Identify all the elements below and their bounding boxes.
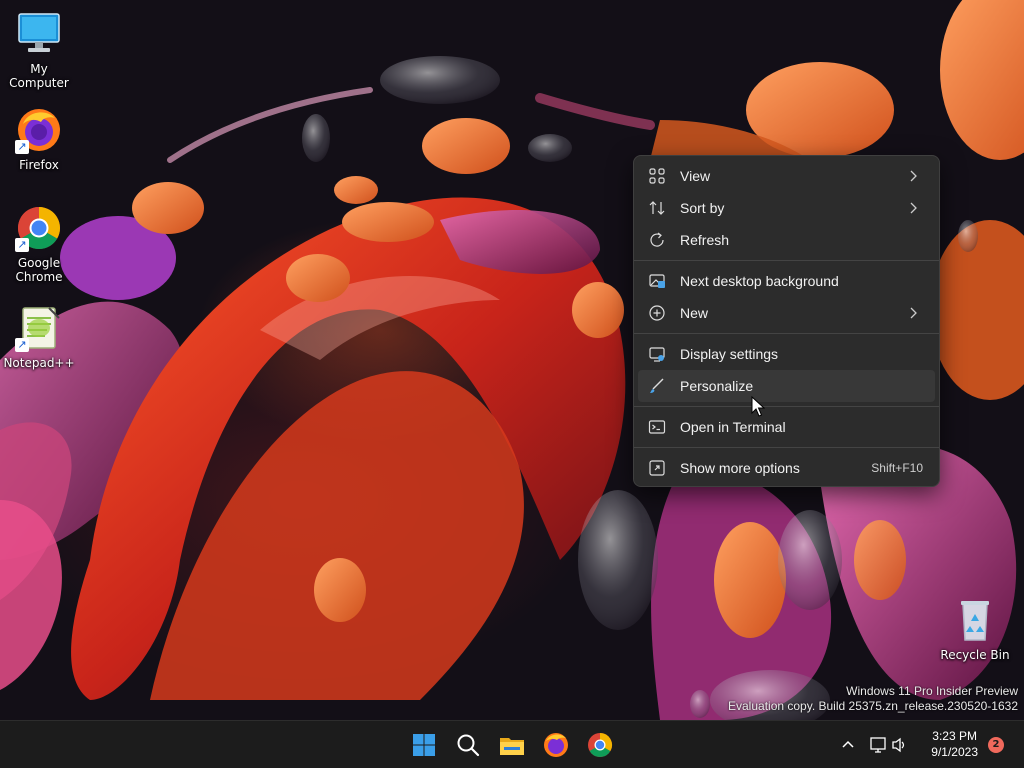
volume-icon <box>892 737 905 753</box>
chrome-icon <box>588 733 613 758</box>
show-hidden-icons-button[interactable] <box>836 729 860 761</box>
menu-item-next-desktop-background[interactable]: Next desktop background <box>638 265 935 297</box>
clock-time: 3:23 PM <box>932 729 977 743</box>
menu-item-label: Personalize <box>680 378 754 394</box>
desktop-context-menu: View Sort by Refresh Next desktop backgr… <box>633 155 940 487</box>
menu-item-personalize[interactable]: Personalize <box>638 370 935 402</box>
shortcut-arrow-icon: ↗ <box>15 238 29 252</box>
desktop-icon-label: My Computer <box>9 62 69 90</box>
next-background-icon <box>649 274 665 288</box>
desktop-icon-recycle-bin[interactable]: Recycle Bin <box>937 596 1013 662</box>
brush-icon <box>650 378 664 393</box>
more-options-icon <box>649 460 665 476</box>
file-explorer-icon <box>500 738 524 755</box>
taskbar: 3:23 PM 9/1/2023 2 <box>0 720 1024 768</box>
chevron-right-icon <box>910 307 917 319</box>
shortcut-arrow-icon: ↗ <box>15 140 29 154</box>
menu-item-label: New <box>680 305 709 321</box>
refresh-icon <box>650 232 664 247</box>
menu-item-open-in-terminal[interactable]: Open in Terminal <box>638 411 935 443</box>
desktop-icon-notepad-plus-plus[interactable]: ↗ Notepad++ <box>1 304 77 370</box>
sort-icon <box>649 201 665 215</box>
menu-item-label: View <box>680 168 711 184</box>
terminal-icon <box>648 420 666 434</box>
keyboard-shortcut: Shift+F10 <box>871 461 923 475</box>
menu-item-label: Refresh <box>680 232 730 248</box>
menu-item-label: Next desktop background <box>680 273 839 289</box>
monitor-icon <box>15 10 63 58</box>
network-icon <box>870 737 886 753</box>
desktop-icon-label: Notepad++ <box>3 356 75 370</box>
clock[interactable]: 3:23 PM 9/1/2023 <box>931 728 978 760</box>
search-icon <box>457 734 480 757</box>
chevron-right-icon <box>910 202 917 214</box>
watermark-edition: Windows 11 Pro Insider Preview <box>846 684 1018 698</box>
desktop-icon-label: Google Chrome <box>15 256 63 284</box>
menu-item-label: Open in Terminal <box>680 419 786 435</box>
search-button[interactable] <box>452 729 484 761</box>
menu-separator <box>634 333 939 334</box>
mouse-cursor-icon <box>751 396 765 417</box>
desktop-icon-label: Firefox <box>19 158 59 172</box>
menu-item-label: Display settings <box>680 346 779 362</box>
start-icon <box>413 734 435 756</box>
menu-item-sort-by[interactable]: Sort by <box>638 192 935 224</box>
menu-separator <box>634 406 939 407</box>
taskbar-chrome[interactable] <box>584 729 616 761</box>
taskbar-file-explorer[interactable] <box>496 729 528 761</box>
clock-date: 9/1/2023 <box>931 745 978 759</box>
notification-badge[interactable]: 2 <box>988 737 1004 753</box>
firefox-icon <box>544 733 568 757</box>
firefox-icon: ↗ <box>15 106 63 154</box>
desktop-icon-google-chrome[interactable]: ↗ Google Chrome <box>1 204 77 284</box>
menu-item-view[interactable]: View <box>638 160 935 192</box>
chrome-icon: ↗ <box>15 204 63 252</box>
taskbar-firefox[interactable] <box>540 729 572 761</box>
chevron-up-icon <box>842 740 854 748</box>
plus-circle-icon <box>649 305 665 321</box>
menu-item-label: Sort by <box>680 200 725 216</box>
recycle-bin-icon <box>951 596 999 644</box>
menu-separator <box>634 260 939 261</box>
display-settings-icon <box>649 347 665 362</box>
menu-item-refresh[interactable]: Refresh <box>638 224 935 256</box>
desktop-icon-label: Recycle Bin <box>940 648 1010 662</box>
desktop-icon-firefox[interactable]: ↗ Firefox <box>1 106 77 172</box>
desktop-icon-my-computer[interactable]: My Computer <box>1 10 77 90</box>
network-volume-button[interactable] <box>868 729 912 761</box>
menu-item-show-more-options[interactable]: Show more options Shift+F10 <box>638 452 935 484</box>
notepad-plus-plus-icon: ↗ <box>15 304 63 352</box>
menu-separator <box>634 447 939 448</box>
watermark-build: Evaluation copy. Build 25375.zn_release.… <box>728 699 1018 713</box>
start-button[interactable] <box>408 729 440 761</box>
evaluation-watermark: Windows 11 Pro Insider Preview Evaluatio… <box>728 684 1018 714</box>
menu-item-display-settings[interactable]: Display settings <box>638 338 935 370</box>
menu-item-new[interactable]: New <box>638 297 935 329</box>
menu-item-label: Show more options <box>680 460 800 476</box>
grid-view-icon <box>649 168 665 184</box>
shortcut-arrow-icon: ↗ <box>15 338 29 352</box>
chevron-right-icon <box>910 170 917 182</box>
